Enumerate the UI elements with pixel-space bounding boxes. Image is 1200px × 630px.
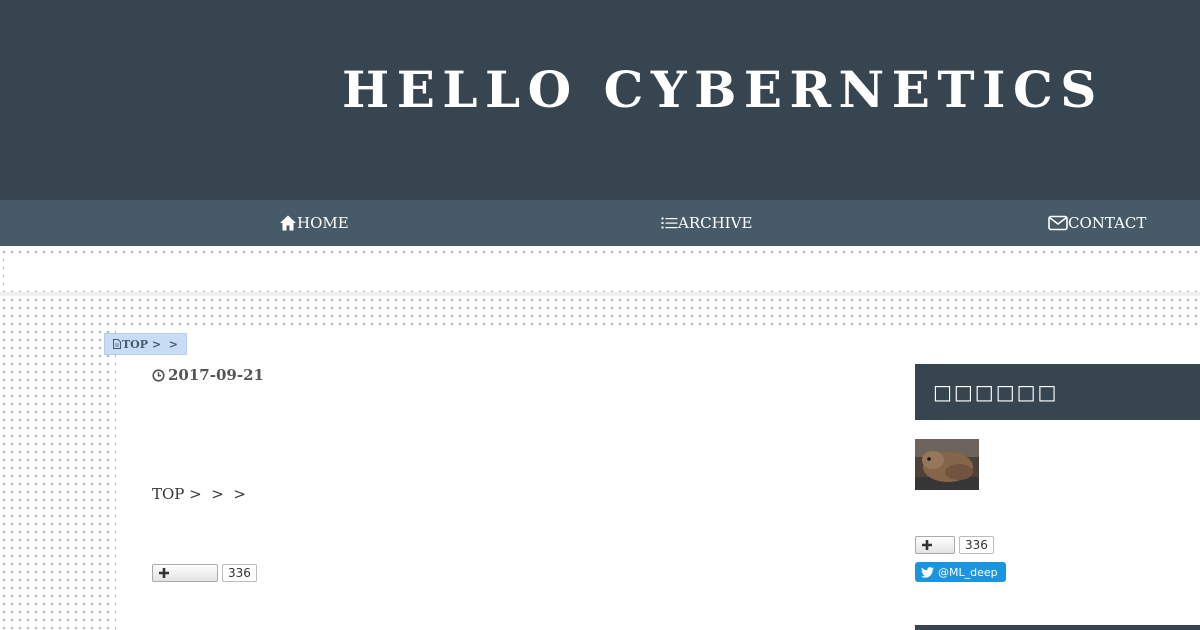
- nav-item-contact[interactable]: CONTACT: [1048, 200, 1146, 246]
- hatena-bookmark-count[interactable]: 336: [222, 564, 257, 582]
- twitter-bird-icon: [921, 566, 934, 578]
- nav-item-archive[interactable]: ARCHIVE: [661, 200, 752, 246]
- sidebar-next-heading: [915, 625, 1200, 630]
- article-date: 2017-09-21: [152, 366, 264, 384]
- sidebar-hatena-button[interactable]: [915, 536, 955, 554]
- home-icon: [280, 215, 296, 231]
- clock-icon: [152, 368, 165, 382]
- breadcrumb[interactable]: TOP > >: [104, 333, 187, 355]
- hatena-bookmark-button[interactable]: [152, 564, 218, 582]
- sidebar-hatena-widget: 336: [915, 536, 994, 554]
- banner-divider: [0, 292, 1200, 296]
- article-breadcrumb: TOP > > >: [152, 485, 246, 503]
- site-title[interactable]: HELLO CYBERNETICS: [0, 58, 1200, 122]
- nav-item-home-label: HOME: [297, 214, 349, 232]
- site-header: HELLO CYBERNETICS: [0, 0, 1200, 200]
- mail-icon: [1048, 215, 1068, 231]
- document-icon: [113, 339, 121, 349]
- breadcrumb-label: TOP > >: [122, 337, 178, 351]
- list-icon: [661, 217, 678, 229]
- sidebar-profile-heading: □□□□□□: [915, 364, 1200, 420]
- avatar[interactable]: [915, 439, 979, 490]
- plus-icon: [159, 568, 169, 578]
- global-nav: HOME ARCHIVE CONTACT: [0, 200, 1200, 246]
- nav-item-contact-label: CONTACT: [1068, 214, 1147, 232]
- avatar-image: [915, 439, 979, 490]
- twitter-handle: @ML_deep: [938, 565, 998, 579]
- nav-item-home[interactable]: HOME: [279, 200, 349, 246]
- twitter-follow-button[interactable]: @ML_deep: [915, 562, 1006, 582]
- banner-area: [4, 254, 1200, 286]
- article-date-text: 2017-09-21: [168, 366, 264, 384]
- nav-item-archive-label: ARCHIVE: [678, 214, 753, 232]
- plus-icon: [922, 540, 932, 550]
- hatena-bookmark-widget: 336: [152, 564, 257, 582]
- sidebar-hatena-count[interactable]: 336: [959, 536, 994, 554]
